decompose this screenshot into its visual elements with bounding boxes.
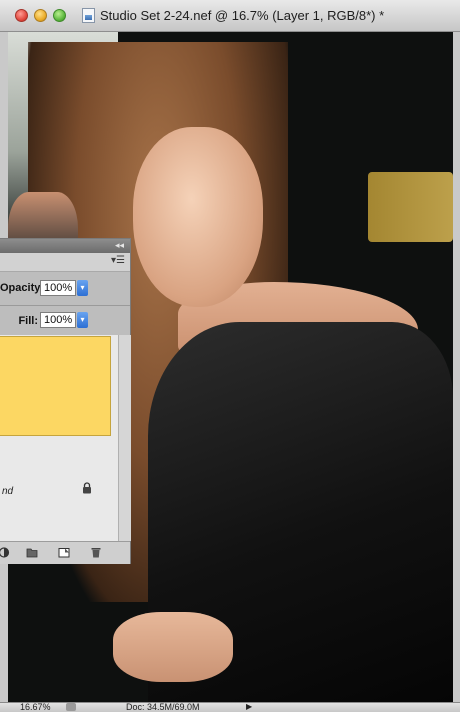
status-icon[interactable] — [66, 703, 76, 711]
status-bar: 16.67% Doc: 34.5M/69.0M ▶ — [0, 702, 460, 712]
layer-thumbnail[interactable] — [0, 336, 111, 436]
subject-hand — [113, 612, 233, 682]
background-layer-name[interactable]: nd — [2, 486, 13, 497]
panel-tab-bar: ▾☰ — [0, 253, 130, 272]
panel-footer — [0, 541, 130, 564]
adjustment-layer-icon[interactable] — [0, 547, 12, 558]
new-layer-icon[interactable] — [58, 547, 70, 558]
fill-input[interactable]: 100% — [40, 312, 76, 328]
panel-divider — [0, 305, 130, 306]
fill-label: Fill: — [18, 315, 38, 327]
panel-menu-icon[interactable]: ▾☰ — [111, 255, 125, 266]
zoom-level[interactable]: 16.67% — [20, 702, 51, 712]
layer-list-scrollbar[interactable] — [118, 335, 131, 541]
background-candles — [368, 172, 453, 242]
minimize-button[interactable] — [34, 9, 47, 22]
opacity-input[interactable]: 100% — [40, 280, 76, 296]
document-info: Doc: 34.5M/69.0M — [126, 702, 200, 712]
lock-icon — [83, 482, 91, 494]
collapse-icon[interactable]: ◂◂ — [115, 240, 124, 251]
panel-header[interactable]: ◂◂ — [0, 239, 130, 253]
document-icon — [82, 8, 95, 23]
zoom-button[interactable] — [53, 9, 66, 22]
close-button[interactable] — [15, 9, 28, 22]
status-menu-arrow-icon[interactable]: ▶ — [246, 702, 252, 711]
trash-icon[interactable] — [90, 547, 102, 558]
opacity-dropdown-icon[interactable]: ▾ — [77, 280, 88, 296]
new-group-icon[interactable] — [26, 547, 38, 558]
fill-dropdown-icon[interactable]: ▾ — [77, 312, 88, 328]
window-title: Studio Set 2-24.nef @ 16.7% (Layer 1, RG… — [100, 8, 385, 23]
subject-face — [133, 127, 263, 307]
window-titlebar: Studio Set 2-24.nef @ 16.7% (Layer 1, RG… — [0, 0, 460, 32]
layers-panel: ◂◂ ▾☰ Opacity: 100% ▾ Fill: 100% ▾ nd — [0, 238, 131, 564]
opacity-label: Opacity: — [0, 282, 45, 294]
